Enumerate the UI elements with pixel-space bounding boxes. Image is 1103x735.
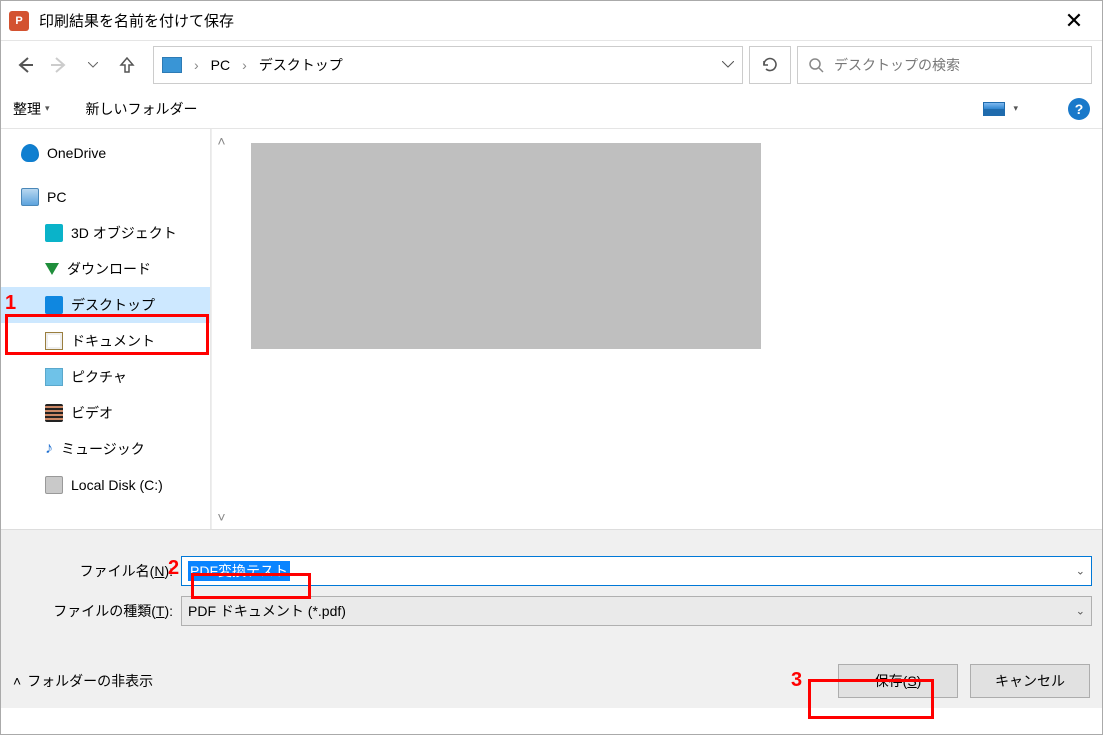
new-folder-button[interactable]: 新しいフォルダー bbox=[86, 99, 198, 119]
desktop-icon bbox=[45, 296, 63, 314]
breadcrumb-seg-desktop[interactable]: デスクトップ bbox=[259, 55, 343, 75]
filename-value: PDF変換テスト bbox=[188, 561, 290, 581]
filename-label: ファイル名(N): bbox=[1, 561, 181, 581]
chevron-down-icon: ▾ bbox=[1013, 103, 1018, 114]
back-button[interactable] bbox=[11, 51, 39, 79]
filetype-label: ファイルの種類(T): bbox=[1, 601, 181, 621]
tree-downloads[interactable]: ダウンロード bbox=[1, 251, 210, 287]
search-icon bbox=[808, 57, 824, 73]
folder-tree: OneDrive PC 3D オブジェクト ダウンロード デスクトップ ドキ bbox=[1, 129, 211, 529]
file-thumbnail[interactable] bbox=[251, 143, 761, 349]
chevron-down-icon[interactable]: ⌄ bbox=[1076, 565, 1085, 578]
forward-button[interactable] bbox=[45, 51, 73, 79]
chevron-down-icon bbox=[88, 62, 98, 68]
help-button[interactable]: ? bbox=[1068, 98, 1090, 120]
recent-dropdown[interactable] bbox=[79, 51, 107, 79]
search-placeholder: デスクトップの検索 bbox=[834, 55, 960, 75]
new-folder-label: 新しいフォルダー bbox=[86, 99, 198, 119]
filename-input[interactable]: PDF変換テスト ⌄ bbox=[181, 556, 1092, 586]
tree-videos[interactable]: ビデオ bbox=[1, 395, 210, 431]
save-button[interactable]: 保存(S) bbox=[838, 664, 958, 698]
filetype-combo[interactable]: PDF ドキュメント (*.pdf) ⌄ bbox=[181, 596, 1092, 626]
location-icon bbox=[162, 57, 182, 73]
cancel-button[interactable]: キャンセル bbox=[970, 664, 1090, 698]
download-icon bbox=[45, 263, 59, 275]
document-icon bbox=[45, 332, 63, 350]
close-button[interactable]: ✕ bbox=[1054, 1, 1094, 41]
chevron-right-icon: › bbox=[190, 57, 203, 73]
view-mode-button[interactable]: ▾ bbox=[983, 102, 1018, 116]
tree-music[interactable]: ♪ ミュージック bbox=[1, 431, 210, 467]
search-box[interactable]: デスクトップの検索 bbox=[797, 46, 1092, 84]
chevron-right-icon: › bbox=[238, 57, 251, 73]
forward-arrow-icon bbox=[49, 55, 69, 75]
tree-onedrive[interactable]: OneDrive bbox=[1, 135, 210, 171]
tree-documents[interactable]: ドキュメント bbox=[1, 323, 210, 359]
scroll-up-icon: ˄ bbox=[217, 133, 225, 149]
chevron-down-icon: ▾ bbox=[45, 103, 50, 114]
up-arrow-icon bbox=[118, 56, 136, 74]
up-button[interactable] bbox=[113, 51, 141, 79]
tree-pc[interactable]: PC bbox=[1, 179, 210, 215]
refresh-icon bbox=[761, 56, 779, 74]
window-title: 印刷結果を名前を付けて保存 bbox=[39, 10, 234, 31]
picture-icon bbox=[45, 368, 63, 386]
breadcrumb-seg-pc[interactable]: PC bbox=[211, 57, 230, 73]
back-arrow-icon bbox=[15, 55, 35, 75]
thumbnail-icon bbox=[983, 102, 1005, 116]
music-icon: ♪ bbox=[45, 440, 53, 458]
chevron-down-icon[interactable] bbox=[722, 61, 734, 69]
refresh-button[interactable] bbox=[749, 46, 791, 84]
address-bar[interactable]: › PC › デスクトップ bbox=[153, 46, 743, 84]
organize-menu[interactable]: 整理 ▾ bbox=[13, 99, 50, 119]
cube-icon bbox=[45, 224, 63, 242]
pc-icon bbox=[21, 188, 39, 206]
video-icon bbox=[45, 404, 63, 422]
tree-local-disk[interactable]: Local Disk (C:) bbox=[1, 467, 210, 503]
powerpoint-icon: P bbox=[9, 11, 29, 31]
tree-3d-objects[interactable]: 3D オブジェクト bbox=[1, 215, 210, 251]
tree-scrollbar[interactable]: ˄ ˅ bbox=[211, 129, 231, 529]
chevron-up-icon: ˄ bbox=[13, 673, 21, 689]
disk-icon bbox=[45, 476, 63, 494]
file-list-area[interactable] bbox=[231, 129, 1102, 529]
tree-desktop[interactable]: デスクトップ bbox=[1, 287, 210, 323]
tree-pictures[interactable]: ピクチャ bbox=[1, 359, 210, 395]
filetype-value: PDF ドキュメント (*.pdf) bbox=[188, 601, 346, 621]
scroll-down-icon: ˅ bbox=[217, 509, 225, 525]
chevron-down-icon[interactable]: ⌄ bbox=[1076, 605, 1085, 618]
cloud-icon bbox=[21, 144, 39, 162]
organize-label: 整理 bbox=[13, 99, 41, 119]
hide-folders-toggle[interactable]: ˄ フォルダーの非表示 bbox=[13, 671, 153, 691]
